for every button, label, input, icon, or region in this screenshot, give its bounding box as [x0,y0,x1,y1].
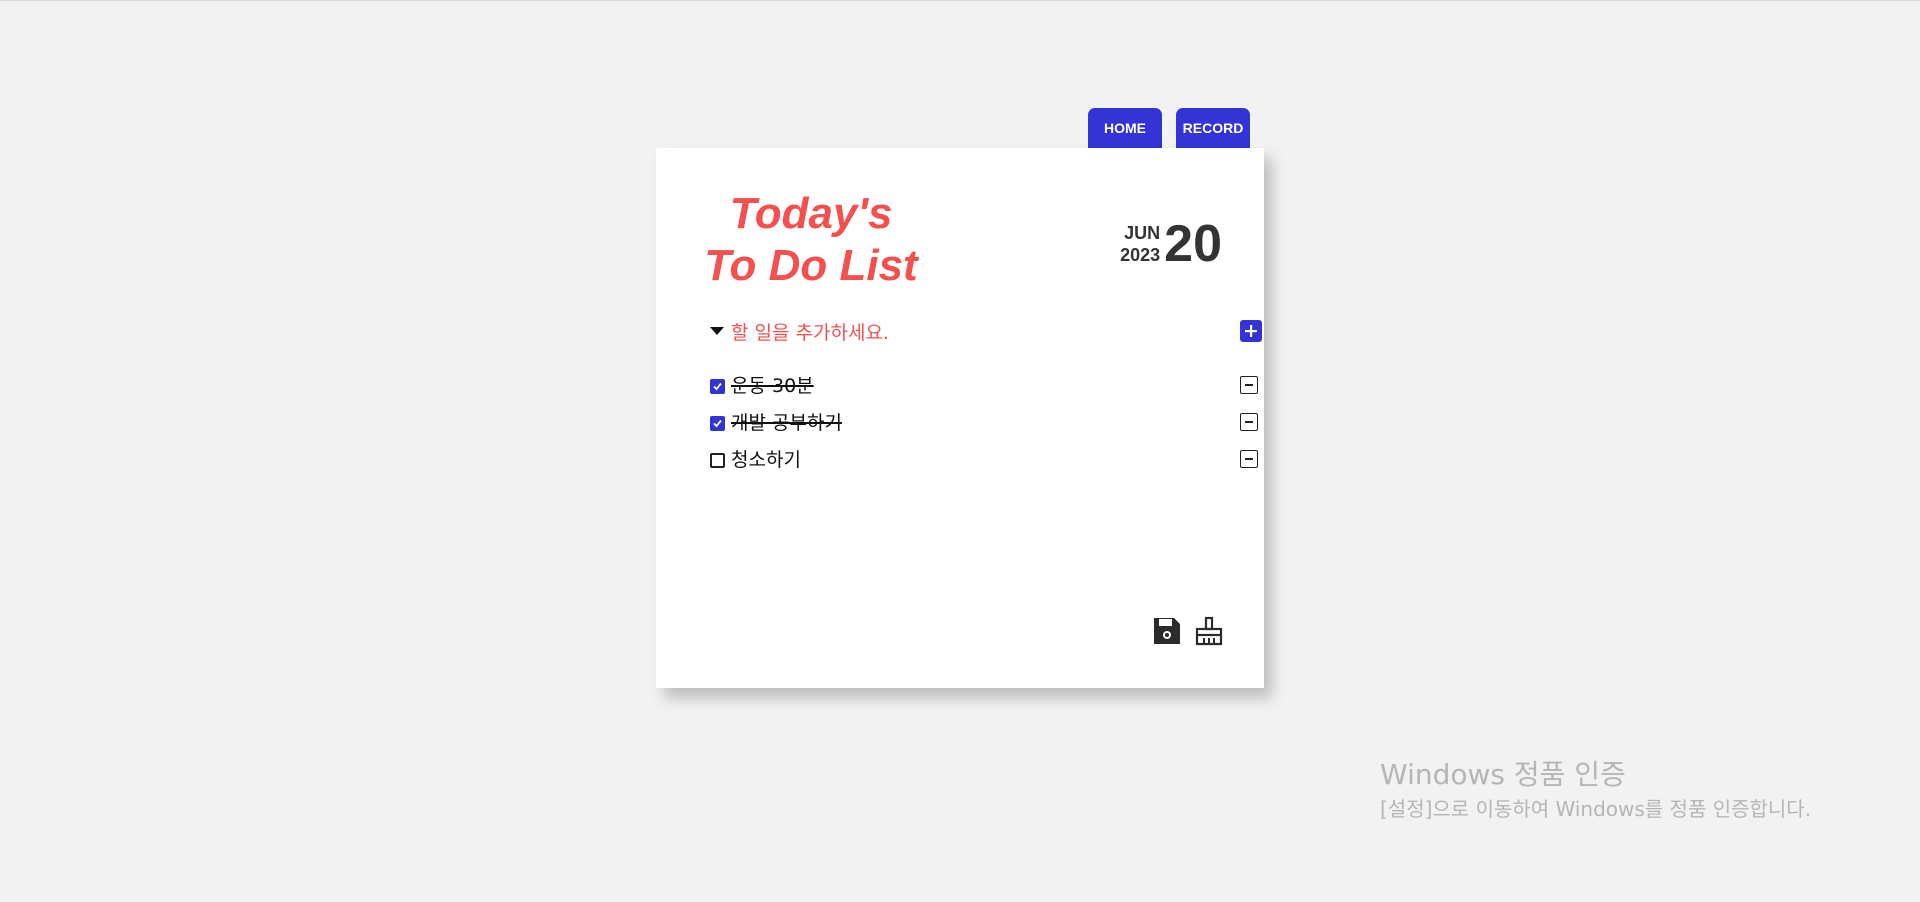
nav-tabs: HOME RECORD [1088,108,1250,148]
remove-todo-button[interactable] [1240,450,1258,468]
save-button[interactable] [1152,616,1182,650]
record-button[interactable]: RECORD [1176,108,1250,148]
todo-text: 청소하기 [731,449,801,471]
todo-item: 개발 공부하기 [710,409,1258,446]
check-icon [713,419,722,428]
date-year: 2023 [1120,245,1161,265]
todo-item: 청소하기 [710,446,1258,483]
windows-activation-watermark: Windows 정품 인증 [설정]으로 이동하여 Windows를 정품 인증… [1380,756,1860,824]
date-month: JUN [1124,223,1161,243]
todo-list: 운동 30분개발 공부하기청소하기 [710,372,1258,483]
floppy-disk-icon [1154,618,1180,644]
date-day: 20 [1164,215,1222,273]
date-month-year: JUN 2023 [1120,222,1160,266]
caret-down-icon[interactable] [710,327,724,335]
window-top-border [0,0,1920,1]
watermark-body: [설정]으로 이동하여 Windows를 정품 인증합니다. [1380,797,1812,821]
todo-checkbox[interactable] [710,416,725,431]
minus-icon [1245,384,1253,386]
add-todo-row [710,320,1262,348]
todo-card: Today's To Do List JUN 2023 20 운동 30분개발 … [656,148,1264,688]
date-display: JUN 2023 20 [1120,218,1222,270]
todo-item: 운동 30분 [710,372,1258,409]
minus-icon [1245,458,1253,460]
todo-checkbox[interactable] [710,453,725,468]
check-icon [713,382,722,391]
minus-icon [1245,421,1253,423]
watermark-title: Windows 정품 인증 [1380,758,1626,791]
clear-button[interactable] [1194,616,1224,650]
title-line-2: To Do List [704,241,918,290]
title-line-1: Today's [729,189,893,238]
add-todo-button[interactable] [1240,320,1262,342]
home-button[interactable]: HOME [1088,108,1162,148]
remove-todo-button[interactable] [1240,413,1258,431]
add-todo-input[interactable] [731,320,1131,346]
remove-todo-button[interactable] [1240,376,1258,394]
page-title: Today's To Do List [696,188,926,292]
todo-text: 개발 공부하기 [731,412,842,434]
plus-icon [1245,325,1257,337]
broom-icon [1195,616,1223,646]
footer-tools [1152,616,1224,650]
todo-text: 운동 30분 [731,375,814,397]
todo-checkbox[interactable] [710,379,725,394]
